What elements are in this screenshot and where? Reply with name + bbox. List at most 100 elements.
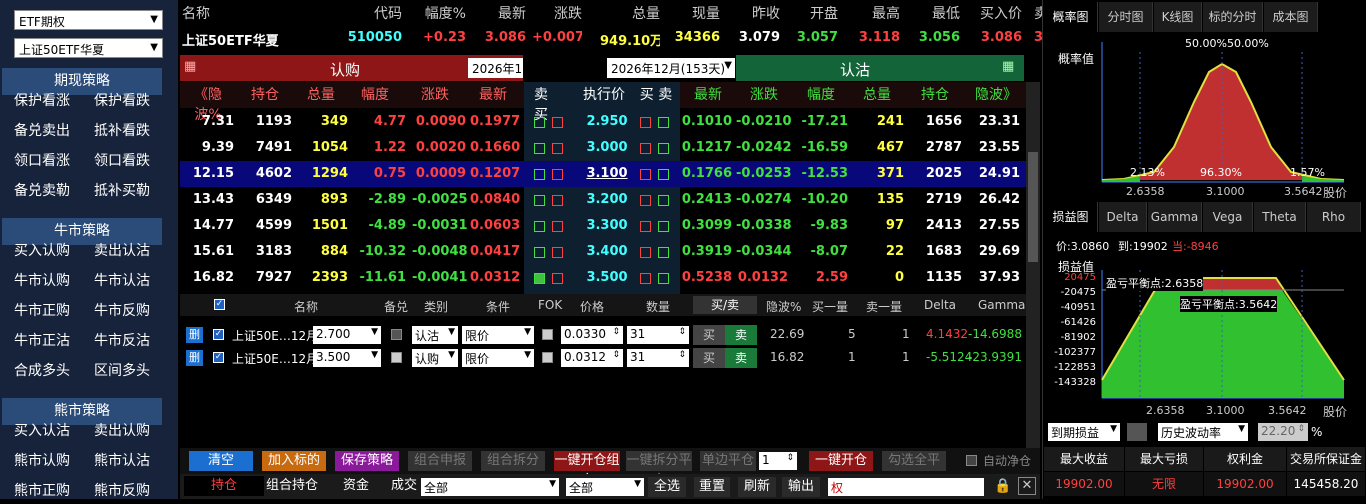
sell-button[interactable]: 卖 — [725, 325, 757, 345]
call-column-header[interactable]: 涨跌 — [410, 85, 460, 105]
checkbox-put-sell[interactable] — [658, 195, 669, 206]
scrollbar-thumb[interactable] — [1028, 152, 1038, 262]
strategy-item[interactable]: 区间多头 — [82, 358, 162, 384]
checkbox-put-sell[interactable] — [658, 143, 669, 154]
condition-select[interactable]: 限价 ▼ — [462, 326, 534, 344]
table-row[interactable]: 14.77 4599 1501 -4.89 -0.0031 0.0603 3.300 0.30… — [180, 213, 1026, 239]
checkbox-put-buy[interactable] — [640, 143, 651, 154]
chart-tab[interactable]: 成本图 — [1264, 2, 1318, 32]
bottom-action-button[interactable]: 重置 — [694, 477, 730, 497]
strike-price[interactable]: 3.200 — [582, 187, 632, 213]
table-row[interactable]: 16.82 7927 2393 -11.61 -0.0041 0.0312 3.500 0.5… — [180, 265, 1026, 291]
add-underlying-button[interactable]: 加入标的 — [262, 451, 326, 471]
call-column-header[interactable]: 持仓 — [240, 85, 290, 105]
settings-icon[interactable] — [1127, 423, 1147, 441]
strike-column-header[interactable]: 卖 买 — [526, 85, 556, 123]
qty-stepper[interactable]: 31 ⇕ — [627, 326, 689, 344]
fok-checkbox[interactable] — [542, 329, 553, 340]
bottom-action-button[interactable]: 输出 — [782, 477, 820, 497]
strike-price[interactable]: 3.400 — [582, 239, 632, 265]
save-strategy-button[interactable]: 保存策略 — [335, 451, 399, 471]
greeks-tab[interactable]: Gamma — [1148, 202, 1202, 232]
covered-checkbox[interactable] — [391, 352, 402, 363]
strategy-item[interactable]: 卖出认沽 — [82, 238, 162, 264]
strategy-item[interactable]: 牛市认购 — [2, 268, 82, 294]
chart-tab[interactable]: K线图 — [1154, 2, 1202, 32]
call-column-header[interactable]: 《隐波% — [182, 85, 234, 123]
strategy-item[interactable]: 牛市认沽 — [82, 268, 162, 294]
pl-mode-select[interactable]: 到期损益 ▼ — [1048, 423, 1120, 441]
delete-button[interactable]: 删 — [186, 350, 203, 366]
strategy-item[interactable]: 保护看涨 — [2, 88, 82, 114]
strategy-item[interactable]: 熊市认沽 — [82, 448, 162, 474]
option-type-select[interactable]: ETF期权 ▼ — [14, 10, 163, 30]
single-close-button[interactable]: 单边平仓 — [700, 451, 756, 471]
checkbox-call-buy[interactable] — [552, 247, 563, 258]
put-month-select-display[interactable]: 2026年12月(153天) ▼ — [607, 58, 735, 78]
open-combo-button[interactable]: 一键开仓组合 — [554, 451, 620, 488]
strategy-item[interactable]: 抵补看跌 — [82, 118, 162, 144]
lock-icon[interactable]: 🔒 — [994, 478, 1011, 494]
strike-column-header[interactable]: 买 卖 — [636, 85, 676, 105]
bottom-tab[interactable]: 成交 — [388, 476, 420, 496]
qty-stepper[interactable]: 31 ⇕ — [627, 349, 689, 367]
chart-tab[interactable]: 分时图 — [1099, 2, 1153, 32]
strike-price[interactable]: 3.300 — [582, 213, 632, 239]
checkbox-put-buy[interactable] — [640, 117, 651, 128]
checkbox-call-sell[interactable] — [534, 221, 545, 232]
one-click-open-button[interactable]: 一键开仓 — [809, 451, 873, 471]
combo-split-button[interactable]: 组合拆分 — [481, 451, 545, 471]
checkbox-call-buy[interactable] — [552, 221, 563, 232]
type-select[interactable]: 认购 ▼ — [412, 349, 458, 367]
greeks-tab[interactable]: Theta — [1254, 202, 1306, 232]
strategy-item[interactable]: 牛市正购 — [2, 298, 82, 324]
checkbox-call-buy[interactable] — [552, 143, 563, 154]
strategy-item[interactable]: 保护看跌 — [82, 88, 162, 114]
strategy-item[interactable]: 领口看涨 — [2, 148, 82, 174]
buy-button[interactable]: 买 — [693, 325, 725, 345]
fok-checkbox[interactable] — [542, 352, 553, 363]
checkbox-call-sell[interactable] — [534, 117, 545, 128]
table-row[interactable]: 9.39 7491 1054 1.22 0.0020 0.1660 3.000 0.1217-… — [180, 135, 1026, 161]
table-row[interactable]: 12.15 4602 1294 0.75 0.0009 0.1207 3.100 0.1766… — [180, 161, 1026, 187]
filter-input[interactable]: 权 — [828, 478, 984, 496]
checkbox-put-buy[interactable] — [640, 273, 651, 284]
strategy-item[interactable]: 熊市认购 — [2, 448, 82, 474]
strategy-item[interactable]: 牛市正沽 — [2, 328, 82, 354]
select-all-checkbox[interactable]: ✓ — [214, 299, 225, 310]
strike-price[interactable]: 2.950 — [582, 109, 632, 135]
table-row[interactable]: 15.61 3183 884 -10.32 -0.0048 0.0417 3.400 0.39… — [180, 239, 1026, 265]
greeks-tab[interactable]: Vega — [1203, 202, 1253, 232]
put-column-header[interactable]: 持仓 — [908, 85, 962, 105]
delete-button[interactable]: 删 — [186, 327, 203, 343]
auto-net-checkbox[interactable] — [966, 455, 977, 466]
sell-button[interactable]: 卖 — [725, 348, 757, 368]
checkbox-put-sell[interactable] — [658, 221, 669, 232]
checkbox-put-buy[interactable] — [640, 221, 651, 232]
strike-column-header[interactable]: 执行价 — [574, 85, 634, 105]
bottom-tab[interactable]: 持仓 — [184, 476, 264, 496]
strategy-item[interactable]: 买入认购 — [2, 238, 82, 264]
bottom-tab[interactable]: 组合持仓 — [264, 476, 320, 496]
put-column-header[interactable]: 隐波》 — [968, 85, 1024, 105]
call-column-header[interactable]: 最新 — [466, 85, 520, 105]
checkbox-put-buy[interactable] — [640, 247, 651, 258]
checkbox-call-sell[interactable] — [534, 169, 545, 180]
strategy-item[interactable]: 买入认沽 — [2, 418, 82, 444]
checkbox-call-buy[interactable] — [552, 195, 563, 206]
strategy-item[interactable]: 领口看跌 — [82, 148, 162, 174]
covered-checkbox[interactable] — [391, 329, 402, 340]
iv-stepper[interactable]: 22.20 ⇕ — [1258, 423, 1308, 441]
bottom-tab[interactable]: 资金 — [332, 476, 380, 496]
volatility-select[interactable]: 历史波动率 ▼ — [1158, 423, 1248, 441]
select-close-all-button[interactable]: 勾选全平 — [882, 451, 946, 471]
checkbox-put-buy[interactable] — [640, 195, 651, 206]
chart-tab[interactable]: 概率图 — [1044, 2, 1098, 32]
strategy-item[interactable]: 备兑卖出 — [2, 118, 82, 144]
strategy-item[interactable]: 合成多头 — [2, 358, 82, 384]
put-column-header[interactable]: 幅度 — [796, 85, 846, 105]
greeks-tab[interactable]: Delta — [1099, 202, 1147, 232]
underlying-select[interactable]: 上证50ETF华夏 ▼ — [14, 38, 163, 58]
strategy-item[interactable]: 抵补买勒 — [82, 178, 162, 204]
put-column-header[interactable]: 涨跌 — [740, 85, 788, 105]
